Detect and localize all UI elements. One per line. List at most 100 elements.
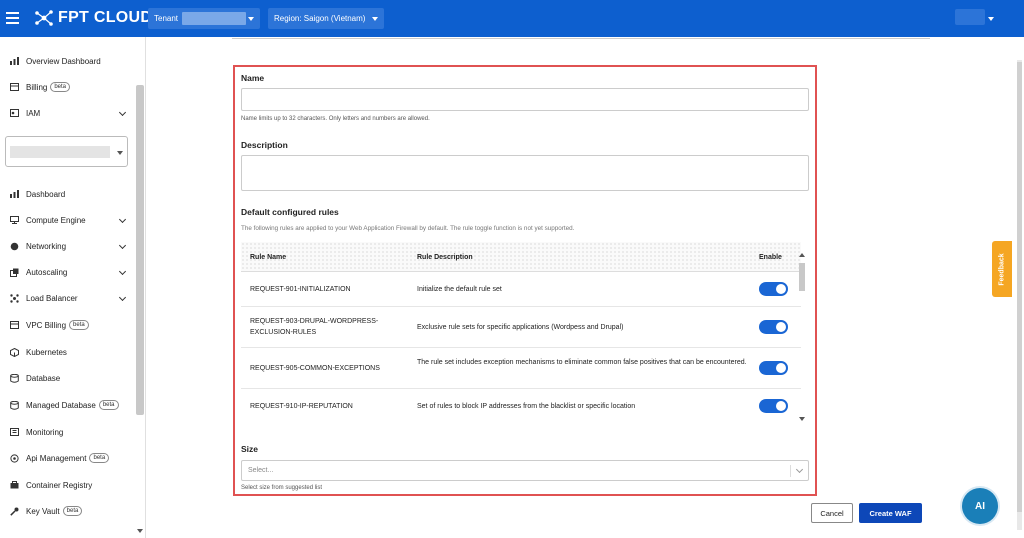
sidebar-item-dashboard[interactable]: Dashboard xyxy=(9,186,127,202)
sidebar-item-label: Kubernetes xyxy=(26,347,67,357)
scroll-down-icon[interactable] xyxy=(137,529,143,533)
rule-description: Initialize the default rule set xyxy=(417,286,502,293)
sidebar-scrollbar[interactable] xyxy=(136,85,144,415)
section-divider xyxy=(232,37,930,39)
create-waf-button[interactable]: Create WAF xyxy=(859,503,922,523)
user-menu[interactable] xyxy=(955,9,985,25)
size-select[interactable]: Select... xyxy=(241,460,809,481)
rule-name: REQUEST-903-DRUPAL-WORDPRESS-EXCLUSION-R… xyxy=(250,318,379,336)
tenant-value-redacted xyxy=(182,12,246,25)
feedback-label: Feedback xyxy=(998,252,1006,286)
sidebar-item-load-balancer[interactable]: Load Balancer xyxy=(9,290,127,306)
rules-table: Rule Name Rule Description Enable REQUES… xyxy=(241,242,801,432)
column-header-rule-description: Rule Description xyxy=(417,254,473,261)
sidebar-item-kubernetes[interactable]: Kubernetes xyxy=(9,344,127,360)
beta-badge: beta xyxy=(62,506,83,516)
column-header-rule-name: Rule Name xyxy=(250,254,287,261)
project-selector[interactable] xyxy=(5,136,128,167)
description-input[interactable] xyxy=(241,155,809,191)
sidebar-item-compute-engine[interactable]: Compute Engine xyxy=(9,212,127,228)
rule-description: Exclusive rule sets for specific applica… xyxy=(417,324,624,331)
size-hint: Select size from suggested list xyxy=(241,485,323,491)
hamburger-menu-icon[interactable] xyxy=(6,12,19,24)
sidebar-item-label: Monitoring xyxy=(26,427,64,437)
load-balancer-icon xyxy=(9,293,19,303)
bar-chart-icon xyxy=(9,189,19,199)
sidebar-item-autoscaling[interactable]: Autoscaling xyxy=(9,264,127,280)
sidebar-item-label: Api Management xyxy=(26,453,87,463)
sidebar-item-monitoring[interactable]: Monitoring xyxy=(9,424,127,440)
table-row: REQUEST-901-INITIALIZATION Initialize th… xyxy=(241,272,801,307)
size-label: Size xyxy=(241,444,259,454)
scroll-down-icon[interactable] xyxy=(799,417,805,421)
chevron-down-icon xyxy=(117,151,123,155)
rule-name: REQUEST-910-IP-REPUTATION xyxy=(250,403,353,410)
sidebar-item-vpc-billing[interactable]: VPC Billing beta xyxy=(9,317,127,333)
id-card-icon xyxy=(9,108,19,118)
region-selector[interactable]: Region: Saigon (Vietnam) xyxy=(268,8,384,29)
scaling-icon xyxy=(9,267,19,277)
fpt-cloud-logo-icon xyxy=(35,10,53,26)
create-waf-form: Name Name limits up to 32 characters. On… xyxy=(233,65,817,496)
sidebar-item-billing[interactable]: Billing beta xyxy=(9,79,127,95)
name-label: Name xyxy=(241,73,265,83)
rule-description: Set of rules to block IP addresses from … xyxy=(417,403,636,410)
sidebar-item-iam[interactable]: IAM xyxy=(9,105,127,121)
sidebar-item-label: Networking xyxy=(26,241,67,251)
monitor-chart-icon xyxy=(9,427,19,437)
sidebar-item-database[interactable]: Database xyxy=(9,370,127,386)
chevron-down-icon xyxy=(118,241,127,250)
sidebar-item-api-management[interactable]: Api Management beta xyxy=(9,450,127,466)
sidebar-item-overview-dashboard[interactable]: Overview Dashboard xyxy=(9,53,127,69)
tenant-selector[interactable]: Tenant xyxy=(148,8,260,29)
chevron-down-icon xyxy=(118,108,127,117)
select-separator xyxy=(790,465,791,477)
feedback-tab[interactable]: Feedback xyxy=(992,241,1012,297)
scroll-up-icon[interactable] xyxy=(799,253,805,257)
top-bar: FPT CLOUD Tenant Region: Saigon (Vietnam… xyxy=(0,0,1024,37)
column-header-enable: Enable xyxy=(759,254,782,261)
chevron-down-icon xyxy=(795,465,804,474)
rule-description: The rule set includes exception mechanis… xyxy=(417,359,747,366)
brand-name: FPT CLOUD xyxy=(58,9,153,26)
sidebar-item-managed-database[interactable]: Managed Database beta xyxy=(9,397,127,413)
chevron-down-icon[interactable] xyxy=(988,17,994,21)
rule-enable-toggle[interactable] xyxy=(759,361,788,375)
sidebar-item-label: IAM xyxy=(26,108,41,118)
sidebar-item-networking[interactable]: Networking xyxy=(9,238,127,254)
sidebar-item-label: Container Registry xyxy=(26,480,93,490)
sidebar-item-label: Key Vault xyxy=(26,506,60,516)
rule-enable-toggle[interactable] xyxy=(759,320,788,334)
sidebar-item-key-vault[interactable]: Key Vault beta xyxy=(9,503,127,519)
page-scrollbar-thumb[interactable] xyxy=(1017,62,1022,512)
sidebar: Overview Dashboard Billing beta IAM Dash… xyxy=(0,37,146,538)
sidebar-item-label: Dashboard xyxy=(26,189,66,199)
chevron-down-icon xyxy=(118,215,127,224)
tenant-label: Tenant xyxy=(154,14,179,23)
chevron-down-icon xyxy=(372,17,378,21)
rule-enable-toggle[interactable] xyxy=(759,282,788,296)
sidebar-item-label: Compute Engine xyxy=(26,215,86,225)
table-header: Rule Name Rule Description Enable xyxy=(241,242,801,272)
name-input[interactable] xyxy=(241,88,809,111)
cancel-button[interactable]: Cancel xyxy=(811,503,853,523)
sidebar-item-label: Managed Database xyxy=(26,400,96,410)
sidebar-item-label: VPC Billing xyxy=(26,320,67,330)
rule-name: REQUEST-905-COMMON-EXCEPTIONS xyxy=(250,365,380,372)
beta-badge: beta xyxy=(50,82,71,92)
table-scrollbar[interactable] xyxy=(799,253,805,423)
beta-badge: beta xyxy=(98,400,119,410)
chevron-down-icon xyxy=(118,293,127,302)
ai-assistant-button[interactable]: AI xyxy=(962,488,998,524)
rules-label: Default configured rules xyxy=(241,207,339,217)
sidebar-item-label: Load Balancer xyxy=(26,293,78,303)
chevron-down-icon xyxy=(118,267,127,276)
beta-badge: beta xyxy=(89,453,110,463)
sidebar-item-container-registry[interactable]: Container Registry xyxy=(9,477,127,493)
sidebar-item-label: Overview Dashboard xyxy=(26,56,101,66)
rule-enable-toggle[interactable] xyxy=(759,399,788,413)
monitor-icon xyxy=(9,215,19,225)
key-icon xyxy=(9,506,19,516)
brand-logo[interactable]: FPT CLOUD xyxy=(34,8,152,28)
table-scrollbar-thumb[interactable] xyxy=(799,263,805,291)
